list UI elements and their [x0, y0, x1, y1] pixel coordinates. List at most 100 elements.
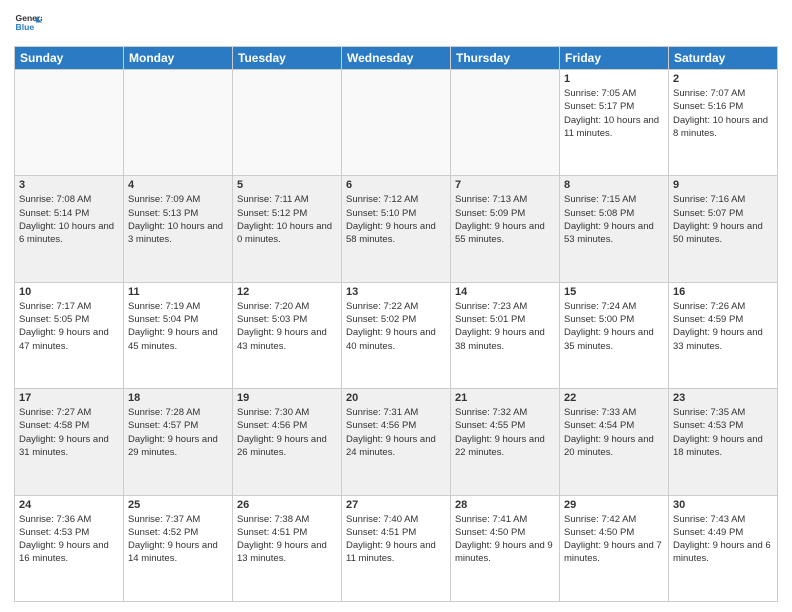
day-number: 9 [673, 179, 773, 191]
day-info: Sunrise: 7:22 AMSunset: 5:02 PMDaylight:… [346, 300, 446, 353]
day-info: Sunrise: 7:15 AMSunset: 5:08 PMDaylight:… [564, 193, 664, 246]
calendar-cell: 28 Sunrise: 7:41 AMSunset: 4:50 PMDayligh… [451, 495, 560, 601]
weekday-header-sunday: Sunday [15, 47, 124, 70]
day-number: 23 [673, 392, 773, 404]
day-number: 29 [564, 499, 664, 511]
calendar-cell: 10Sunrise: 7:17 AMSunset: 5:05 PMDayligh… [15, 282, 124, 388]
weekday-header-thursday: Thursday [451, 47, 560, 70]
calendar-cell: 9 Sunrise: 7:16 AMSunset: 5:07 PMDaylight… [669, 176, 778, 282]
day-number: 15 [564, 286, 664, 298]
day-info: Sunrise: 7:40 AMSunset: 4:51 PMDaylight:… [346, 513, 446, 566]
day-info: Sunrise: 7:11 AMSunset: 5:12 PMDaylight:… [237, 193, 337, 246]
page: General Blue SundayMondayTuesdayWednesda… [0, 0, 792, 612]
calendar-cell: 15 Sunrise: 7:24 AMSunset: 5:00 PMDayligh… [560, 282, 669, 388]
day-number: 21 [455, 392, 555, 404]
calendar-cell: 12 Sunrise: 7:20 AMSunset: 5:03 PMDayligh… [233, 282, 342, 388]
day-info: Sunrise: 7:26 AMSunset: 4:59 PMDaylight:… [673, 300, 773, 353]
day-info: Sunrise: 7:35 AMSunset: 4:53 PMDaylight:… [673, 406, 773, 459]
day-number: 24 [19, 499, 119, 511]
day-number: 3 [19, 179, 119, 191]
day-info: Sunrise: 7:37 AMSunset: 4:52 PMDaylight:… [128, 513, 228, 566]
day-number: 25 [128, 499, 228, 511]
calendar-cell: 14 Sunrise: 7:23 AMSunset: 5:01 PMDayligh… [451, 282, 560, 388]
day-info: Sunrise: 7:17 AMSunset: 5:05 PMDaylight:… [19, 300, 119, 353]
day-number: 26 [237, 499, 337, 511]
calendar-cell: 27 Sunrise: 7:40 AMSunset: 4:51 PMDayligh… [342, 495, 451, 601]
day-number: 6 [346, 179, 446, 191]
calendar-cell: 21Sunrise: 7:32 AMSunset: 4:55 PMDayligh… [451, 389, 560, 495]
day-number: 4 [128, 179, 228, 191]
calendar-cell: 18Sunrise: 7:28 AMSunset: 4:57 PMDayligh… [124, 389, 233, 495]
calendar-cell: 19Sunrise: 7:30 AMSunset: 4:56 PMDayligh… [233, 389, 342, 495]
day-number: 1 [564, 73, 664, 85]
calendar-cell: 2 Sunrise: 7:07 AMSunset: 5:16 PMDaylight… [669, 70, 778, 176]
calendar-cell: 1 Sunrise: 7:05 AMSunset: 5:17 PMDaylight… [560, 70, 669, 176]
calendar-cell: 17 Sunrise: 7:27 AMSunset: 4:58 PMDayligh… [15, 389, 124, 495]
day-number: 2 [673, 73, 773, 85]
calendar-cell: 3 Sunrise: 7:08 AMSunset: 5:14 PMDaylight… [15, 176, 124, 282]
calendar-cell [15, 70, 124, 176]
day-number: 16 [673, 286, 773, 298]
week-row-2: 3 Sunrise: 7:08 AMSunset: 5:14 PMDaylight… [15, 176, 778, 282]
day-number: 14 [455, 286, 555, 298]
calendar-cell [124, 70, 233, 176]
calendar-cell: 8 Sunrise: 7:15 AMSunset: 5:08 PMDaylight… [560, 176, 669, 282]
day-number: 22 [564, 392, 664, 404]
calendar-cell: 13 Sunrise: 7:22 AMSunset: 5:02 PMDayligh… [342, 282, 451, 388]
week-row-4: 17 Sunrise: 7:27 AMSunset: 4:58 PMDayligh… [15, 389, 778, 495]
weekday-header-monday: Monday [124, 47, 233, 70]
calendar-cell [342, 70, 451, 176]
day-number: 17 [19, 392, 119, 404]
day-info: Sunrise: 7:33 AMSunset: 4:54 PMDaylight:… [564, 406, 664, 459]
day-info: Sunrise: 7:27 AMSunset: 4:58 PMDaylight:… [19, 406, 119, 459]
day-number: 13 [346, 286, 446, 298]
day-number: 7 [455, 179, 555, 191]
day-number: 5 [237, 179, 337, 191]
calendar-cell: 11 Sunrise: 7:19 AMSunset: 5:04 PMDayligh… [124, 282, 233, 388]
calendar-cell: 22 Sunrise: 7:33 AMSunset: 4:54 PMDayligh… [560, 389, 669, 495]
week-row-3: 10Sunrise: 7:17 AMSunset: 5:05 PMDayligh… [15, 282, 778, 388]
calendar-cell: 29 Sunrise: 7:42 AMSunset: 4:50 PMDayligh… [560, 495, 669, 601]
calendar-cell: 4 Sunrise: 7:09 AMSunset: 5:13 PMDaylight… [124, 176, 233, 282]
day-info: Sunrise: 7:07 AMSunset: 5:16 PMDaylight:… [673, 87, 773, 140]
calendar-cell [233, 70, 342, 176]
day-info: Sunrise: 7:42 AMSunset: 4:50 PMDaylight:… [564, 513, 664, 566]
day-number: 27 [346, 499, 446, 511]
calendar-cell: 26 Sunrise: 7:38 AMSunset: 4:51 PMDayligh… [233, 495, 342, 601]
day-info: Sunrise: 7:09 AMSunset: 5:13 PMDaylight:… [128, 193, 228, 246]
calendar-cell: 30Sunrise: 7:43 AMSunset: 4:49 PMDayligh… [669, 495, 778, 601]
day-number: 8 [564, 179, 664, 191]
day-info: Sunrise: 7:16 AMSunset: 5:07 PMDaylight:… [673, 193, 773, 246]
day-number: 11 [128, 286, 228, 298]
day-info: Sunrise: 7:19 AMSunset: 5:04 PMDaylight:… [128, 300, 228, 353]
logo-icon: General Blue [14, 10, 42, 38]
day-number: 20 [346, 392, 446, 404]
day-number: 12 [237, 286, 337, 298]
day-info: Sunrise: 7:05 AMSunset: 5:17 PMDaylight:… [564, 87, 664, 140]
day-info: Sunrise: 7:38 AMSunset: 4:51 PMDaylight:… [237, 513, 337, 566]
calendar-cell: 23 Sunrise: 7:35 AMSunset: 4:53 PMDayligh… [669, 389, 778, 495]
calendar-cell: 20Sunrise: 7:31 AMSunset: 4:56 PMDayligh… [342, 389, 451, 495]
day-info: Sunrise: 7:12 AMSunset: 5:10 PMDaylight:… [346, 193, 446, 246]
weekday-header-friday: Friday [560, 47, 669, 70]
calendar-cell: 6 Sunrise: 7:12 AMSunset: 5:10 PMDaylight… [342, 176, 451, 282]
weekday-header-tuesday: Tuesday [233, 47, 342, 70]
logo: General Blue [14, 10, 42, 38]
calendar-table: SundayMondayTuesdayWednesdayThursdayFrid… [14, 46, 778, 602]
week-row-5: 24 Sunrise: 7:36 AMSunset: 4:53 PMDayligh… [15, 495, 778, 601]
day-info: Sunrise: 7:08 AMSunset: 5:14 PMDaylight:… [19, 193, 119, 246]
day-info: Sunrise: 7:41 AMSunset: 4:50 PMDaylight:… [455, 513, 555, 566]
svg-text:Blue: Blue [16, 22, 35, 32]
weekday-header-saturday: Saturday [669, 47, 778, 70]
day-info: Sunrise: 7:24 AMSunset: 5:00 PMDaylight:… [564, 300, 664, 353]
header: General Blue [14, 10, 778, 38]
day-number: 28 [455, 499, 555, 511]
calendar-cell [451, 70, 560, 176]
day-info: Sunrise: 7:36 AMSunset: 4:53 PMDaylight:… [19, 513, 119, 566]
calendar-cell: 24 Sunrise: 7:36 AMSunset: 4:53 PMDayligh… [15, 495, 124, 601]
calendar-cell: 16 Sunrise: 7:26 AMSunset: 4:59 PMDayligh… [669, 282, 778, 388]
day-number: 19 [237, 392, 337, 404]
day-info: Sunrise: 7:23 AMSunset: 5:01 PMDaylight:… [455, 300, 555, 353]
day-info: Sunrise: 7:20 AMSunset: 5:03 PMDaylight:… [237, 300, 337, 353]
day-info: Sunrise: 7:28 AMSunset: 4:57 PMDaylight:… [128, 406, 228, 459]
